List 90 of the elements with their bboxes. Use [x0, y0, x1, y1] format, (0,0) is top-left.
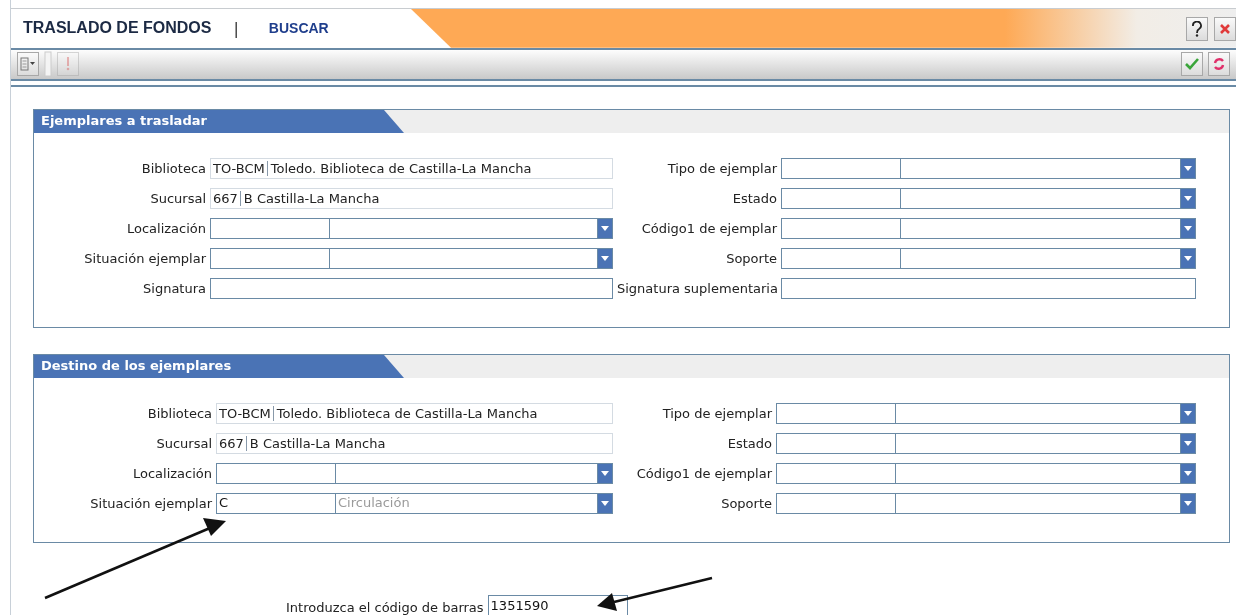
lookup-field[interactable]: TO-BCM Toledo. Biblioteca de Castilla-La Mancha: [210, 158, 613, 179]
list-icon: [20, 57, 36, 72]
lookup-field[interactable]: TO-BCM Toledo. Biblioteca de Castilla-La Mancha: [216, 403, 613, 424]
description-field[interactable]: [330, 248, 598, 269]
help-icon: [1191, 21, 1203, 37]
caret-icon: [601, 501, 609, 506]
description-field[interactable]: [896, 463, 1181, 484]
help-button[interactable]: [1186, 17, 1208, 41]
dropdown-button[interactable]: [1180, 188, 1196, 209]
page-title: TRASLADO DE FONDOS: [23, 19, 212, 38]
input-field[interactable]: [781, 278, 1196, 299]
caret-icon: [1184, 501, 1192, 506]
field-label: Localización: [131, 466, 212, 481]
caret-icon: [1184, 226, 1192, 231]
field-label: Estado: [726, 436, 772, 451]
dropdown-button[interactable]: [597, 493, 613, 514]
field-label: Tipo de ejemplar: [661, 406, 772, 421]
code-field[interactable]: [210, 218, 330, 239]
field-label: Biblioteca: [146, 406, 212, 421]
lookup-field[interactable]: 667 B Castilla-La Mancha: [210, 188, 613, 209]
field-label: Soporte: [725, 251, 777, 266]
field-label: Sucursal: [149, 191, 206, 206]
close-button[interactable]: [1214, 17, 1236, 41]
input-field[interactable]: [210, 278, 613, 299]
accept-button[interactable]: [1181, 52, 1203, 77]
field-label: Situación ejemplar: [89, 496, 212, 511]
caret-icon: [1184, 256, 1192, 261]
field-label: Biblioteca: [140, 161, 206, 176]
description-field[interactable]: [901, 158, 1181, 179]
field-label: Signatura suplementaria: [617, 281, 777, 296]
exclamation-icon: [66, 57, 70, 72]
caret-icon: [1184, 166, 1192, 171]
description-field[interactable]: [901, 188, 1181, 209]
close-icon: [1219, 23, 1231, 35]
caret-icon: [1184, 441, 1192, 446]
field-label: Introduzca el código de barras: [286, 600, 484, 615]
description-field[interactable]: [896, 433, 1181, 454]
dropdown-button[interactable]: [597, 218, 613, 239]
code-field[interactable]: [776, 463, 896, 484]
separator: |: [233, 18, 239, 38]
refresh-button[interactable]: [1208, 52, 1230, 77]
field-label: Estado: [731, 191, 777, 206]
field-label: Tipo de ejemplar: [666, 161, 777, 176]
code-field[interactable]: [781, 158, 901, 179]
code-field[interactable]: [781, 218, 901, 239]
caret-icon: [601, 256, 609, 261]
field-label: Soporte: [720, 496, 772, 511]
description-field[interactable]: [896, 403, 1181, 424]
dropdown-button[interactable]: [597, 248, 613, 269]
code-field[interactable]: [781, 188, 901, 209]
refresh-icon: [1213, 57, 1225, 72]
code-field[interactable]: C: [216, 493, 336, 514]
lookup-field[interactable]: 667 B Castilla-La Mancha: [216, 433, 613, 454]
field-label: Código1 de ejemplar: [640, 221, 777, 236]
dropdown-button[interactable]: [1180, 493, 1196, 514]
description-field[interactable]: [896, 493, 1181, 514]
field-label: Código1 de ejemplar: [635, 466, 772, 481]
description-field[interactable]: [336, 463, 598, 484]
dropdown-button[interactable]: [1180, 248, 1196, 269]
code-field[interactable]: [776, 433, 896, 454]
dropdown-button[interactable]: [1180, 433, 1196, 454]
caret-icon: [601, 471, 609, 476]
code-field[interactable]: [216, 463, 336, 484]
caret-icon: [1184, 196, 1192, 201]
field-label: Signatura: [142, 281, 206, 296]
dropdown-button[interactable]: [597, 463, 613, 484]
caret-icon: [1184, 411, 1192, 416]
field-label: Localización: [125, 221, 206, 236]
search-link[interactable]: BUSCAR: [268, 20, 329, 37]
code-field[interactable]: [781, 248, 901, 269]
code-field[interactable]: [776, 493, 896, 514]
panel-title: Ejemplares a trasladar: [34, 110, 404, 133]
field-label: Situación ejemplar: [83, 251, 206, 266]
description-field[interactable]: [901, 248, 1181, 269]
caret-icon: [601, 226, 609, 231]
checkmark-icon: [1185, 58, 1199, 71]
caret-icon: [1184, 471, 1192, 476]
dropdown-button[interactable]: [1180, 158, 1196, 179]
alert-button[interactable]: [57, 52, 79, 77]
code-field[interactable]: [776, 403, 896, 424]
divider-handle-icon: [44, 51, 52, 78]
menu-button[interactable]: [17, 52, 39, 77]
field-label: Sucursal: [155, 436, 212, 451]
description-field[interactable]: [330, 218, 598, 239]
dropdown-button[interactable]: [1180, 403, 1196, 424]
dropdown-button[interactable]: [1180, 463, 1196, 484]
dropdown-button[interactable]: [1180, 218, 1196, 239]
panel-title: Destino de los ejemplares: [34, 355, 404, 378]
code-field[interactable]: [210, 248, 330, 269]
description-field[interactable]: [901, 218, 1181, 239]
